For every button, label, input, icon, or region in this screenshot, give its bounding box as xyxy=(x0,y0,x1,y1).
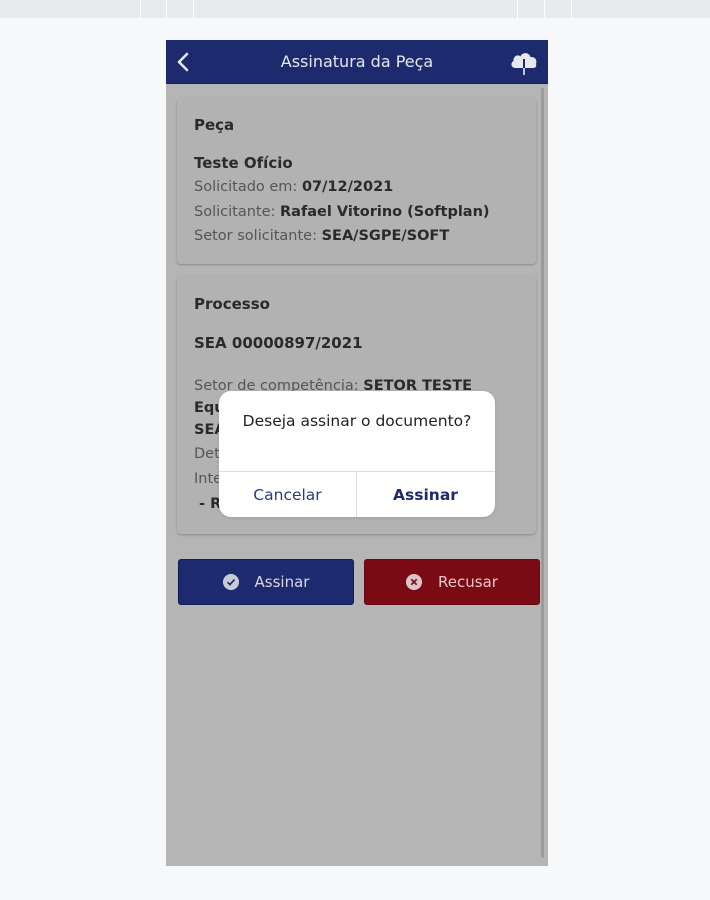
strip-segment xyxy=(194,0,518,18)
requesting-sector-row: Setor solicitante: SEA/SGPE/SOFT xyxy=(194,228,449,244)
dialog-message: Deseja assinar o documento? xyxy=(242,412,472,430)
dialog-cancel-button[interactable]: Cancelar xyxy=(219,472,356,517)
process-detail-line: Inte xyxy=(194,471,223,487)
requester-row: Solicitante: Rafael Vitorino (Softplan) xyxy=(194,204,490,220)
sign-button-label: Assinar xyxy=(254,573,310,591)
scrollbar[interactable] xyxy=(541,88,544,858)
dialog-confirm-button[interactable]: Assinar xyxy=(357,472,494,517)
confirm-sign-dialog: Deseja assinar o documento? Cancelar Ass… xyxy=(219,391,495,517)
sector-value: SEA/SGPE/SOFT xyxy=(321,228,450,244)
refuse-button[interactable]: Recusar xyxy=(364,559,540,605)
sector-label: Setor solicitante: xyxy=(194,228,322,244)
process-heading: Processo xyxy=(194,295,270,313)
process-number: SEA 00000897/2021 xyxy=(194,334,363,352)
sign-button[interactable]: Assinar xyxy=(178,559,354,605)
check-circle-icon xyxy=(222,574,239,590)
strip-segment xyxy=(167,0,194,18)
strip-segment xyxy=(0,0,141,18)
x-circle-icon xyxy=(406,574,423,590)
requested-label: Solicitado em: xyxy=(194,179,302,195)
app-header: Assinatura da Peça xyxy=(166,40,548,84)
refuse-button-label: Recusar xyxy=(438,573,498,591)
piece-card: Peça Teste Ofício Solicitado em: 07/12/2… xyxy=(177,98,536,264)
browser-top-strip xyxy=(0,0,710,18)
process-detail-line: Det xyxy=(194,446,220,462)
requester-label: Solicitante: xyxy=(194,204,280,220)
strip-segment xyxy=(545,0,572,18)
requested-value: 07/12/2021 xyxy=(301,179,394,195)
cloud-download-icon[interactable] xyxy=(508,48,540,76)
requester-value: Rafael Vitorino (Softplan) xyxy=(280,204,490,220)
process-detail-line: - R xyxy=(194,496,222,512)
page-title: Assinatura da Peça xyxy=(280,52,434,71)
requested-date-row: Solicitado em: 07/12/2021 xyxy=(194,179,393,195)
piece-heading: Peça xyxy=(194,116,235,134)
strip-segment xyxy=(518,0,545,18)
piece-name: Teste Ofício xyxy=(194,154,293,172)
strip-segment xyxy=(141,0,167,18)
